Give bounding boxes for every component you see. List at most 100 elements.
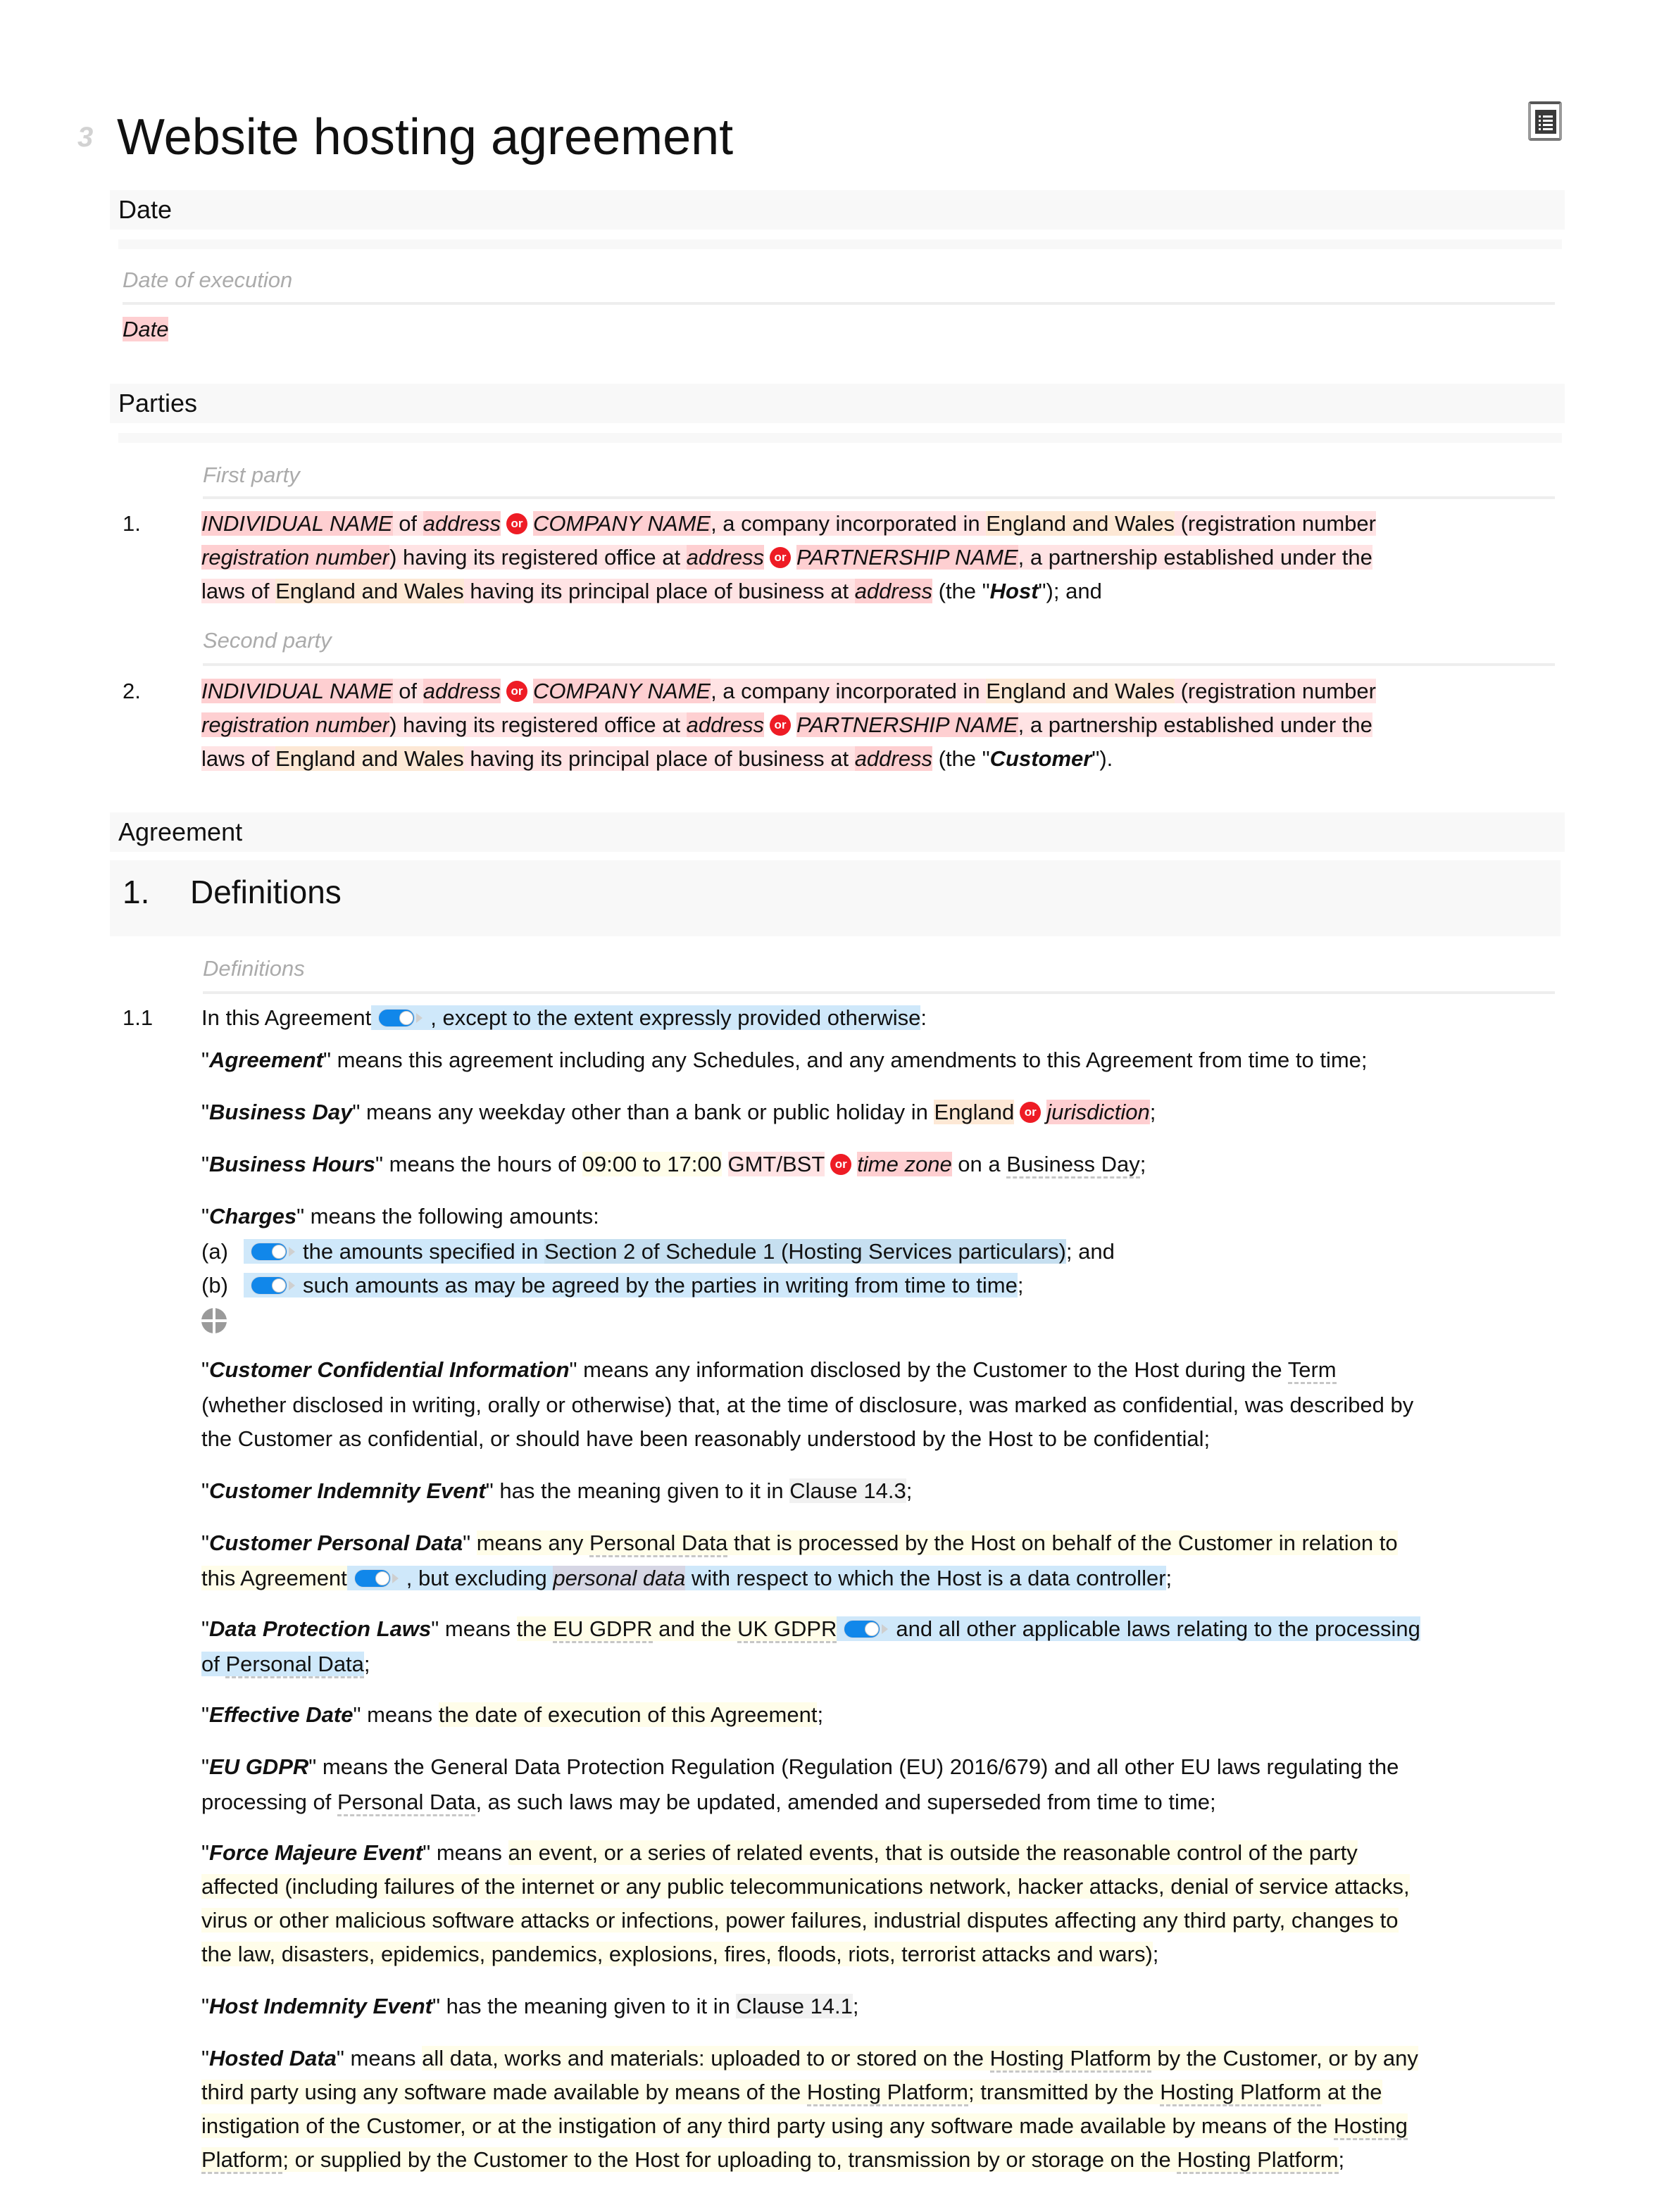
section-heading-agreement: Agreement (110, 812, 1565, 852)
hours-field[interactable]: 09:00 to 17:00 (582, 1152, 722, 1176)
optional-text-toggle[interactable] (378, 1008, 423, 1027)
effective-date-field[interactable]: the date of execution of this Agreement (438, 1702, 818, 1727)
time-zone-field[interactable]: time zone (857, 1152, 952, 1176)
personal-data-variable[interactable]: personal data (553, 1566, 686, 1590)
defined-term-link[interactable]: UK GDPR (737, 1616, 837, 1643)
defined-term-link[interactable]: Term (1287, 1357, 1337, 1384)
definition-hosted-data-line-3: instigation of the Customer, or at the i… (201, 2109, 1408, 2143)
intro-line: In this Agreement, except to the extent … (201, 1005, 927, 1030)
definition-charges: "Charges" means the following amounts: (201, 1204, 599, 1228)
template-badge-icon: 3 (77, 122, 94, 153)
address-field[interactable]: address (686, 712, 764, 737)
definition-text: affected (including failures of the inte… (201, 1874, 1410, 1899)
address-field[interactable]: address (854, 579, 932, 603)
definition-business-day: "Business Day" means any weekday other t… (201, 1100, 1156, 1124)
definition-text: the law, disasters, epidemics, pandemics… (201, 1942, 1153, 1966)
or-toggle-icon[interactable]: or (506, 513, 528, 534)
definition-eu-gdpr-line-2: processing of Personal Data, as such law… (201, 1785, 1216, 1819)
defined-term-link[interactable]: Personal Data (337, 1790, 476, 1816)
party-1-line-1: INDIVIDUAL NAME of address or COMPANY NAME… (201, 511, 1376, 536)
definition-hosted-data: "Hosted Data" means all data, works and … (201, 2042, 1418, 2075)
partnership-name-field[interactable]: PARTNERSHIP NAME (796, 712, 1018, 737)
party-2-line-3: laws of England and Wales having its pri… (201, 746, 1113, 771)
or-toggle-icon[interactable]: or (830, 1153, 852, 1175)
charges-item-b: such amounts as may be agreed by the par… (244, 1269, 1023, 1302)
party-number: 2. (123, 679, 141, 703)
jurisdiction-field[interactable]: England (934, 1100, 1015, 1124)
definition-hie: "Host Indemnity Event" has the meaning g… (201, 1994, 859, 2018)
address-field[interactable]: address (686, 545, 764, 570)
table-of-contents-button[interactable] (1528, 101, 1562, 141)
party-1-line-2: registration number) having its register… (201, 545, 1372, 570)
party-1-line-3: laws of England and Wales having its pri… (201, 579, 1102, 603)
definitions-hint: Definitions (203, 956, 305, 981)
jurisdiction-placeholder-field[interactable]: jurisdiction (1046, 1100, 1150, 1124)
defined-term-link[interactable]: EU GDPR (553, 1616, 653, 1643)
date-hint: Date of execution (123, 268, 293, 292)
jurisdiction-field[interactable]: England and Wales (986, 511, 1175, 536)
company-name-field[interactable]: COMPANY NAME (533, 679, 711, 703)
clause-reference[interactable]: Clause 14.1 (736, 1994, 853, 2018)
individual-name-field[interactable]: INDIVIDUAL NAME (201, 511, 393, 536)
or-toggle-icon[interactable]: or (506, 680, 528, 702)
party-2-line-2: registration number) having its register… (201, 712, 1372, 737)
defined-term-link[interactable]: Personal Data (225, 1652, 364, 1678)
jurisdiction-field[interactable]: England and Wales (275, 579, 464, 603)
subclause-number: 1.1 (123, 1005, 154, 1030)
party-number: 1. (123, 511, 141, 536)
jurisdiction-field[interactable]: England and Wales (275, 746, 464, 771)
definition-agreement: "Agreement" means this agreement includi… (201, 1048, 1368, 1072)
cross-reference-link[interactable]: Section 2 of Schedule 1 (Hosting Service… (544, 1239, 1066, 1264)
registration-number-field[interactable]: registration number (201, 712, 390, 737)
defined-term-link[interactable]: Personal Data (589, 1531, 728, 1557)
address-field[interactable]: address (854, 746, 932, 771)
or-toggle-icon[interactable]: or (769, 546, 791, 568)
defined-term-link[interactable]: Hosting Platform (1160, 2080, 1322, 2106)
defined-term-link[interactable]: Hosting Platform (806, 2080, 968, 2106)
definition-text: virus or other malicious software attack… (201, 1908, 1399, 1933)
section-heading-parties: Parties (110, 384, 1565, 423)
document-title: Website hosting agreement (117, 109, 734, 165)
address-field[interactable]: address (423, 679, 501, 703)
add-item-icon[interactable] (201, 1308, 227, 1333)
optional-text-toggle[interactable] (844, 1619, 889, 1638)
date-field[interactable]: Date (123, 317, 169, 341)
charges-item-a: the amounts specified in Section 2 of Sc… (244, 1235, 1115, 1269)
definition-dpl: "Data Protection Laws" means the EU GDPR… (201, 1612, 1420, 1646)
defined-term-link[interactable]: Hosting Platform (989, 2046, 1151, 2073)
defined-term: Customer (989, 746, 1092, 771)
definition-dpl-line-2: of Personal Data; (201, 1647, 370, 1681)
or-toggle-icon[interactable]: or (1020, 1101, 1042, 1123)
section-divider (118, 433, 1562, 443)
time-zone-option[interactable]: GMT/BST (727, 1152, 825, 1176)
definition-cpd: "Customer Personal Data" means any Perso… (201, 1526, 1398, 1560)
hint-rule (203, 991, 1555, 994)
optional-text-toggle[interactable] (354, 1569, 399, 1588)
defined-term: Host (989, 579, 1039, 603)
or-toggle-icon[interactable]: or (769, 714, 791, 736)
defined-term-link[interactable]: Platform (201, 2147, 283, 2174)
partnership-name-field[interactable]: PARTNERSHIP NAME (796, 545, 1018, 570)
second-party-hint: Second party (203, 628, 332, 653)
table-of-contents-icon (1535, 110, 1556, 134)
list-label: (b) (201, 1273, 228, 1297)
individual-name-field[interactable]: INDIVIDUAL NAME (201, 679, 393, 703)
first-party-hint: First party (203, 463, 300, 487)
hint-rule (203, 663, 1555, 666)
optional-text-toggle[interactable] (251, 1276, 295, 1295)
section-divider (118, 239, 1562, 249)
defined-term-link[interactable]: Hosting Platform (1177, 2147, 1339, 2174)
defined-term-link[interactable]: Hosting (1333, 2113, 1408, 2140)
address-field[interactable]: address (423, 511, 501, 536)
defined-term-link[interactable]: Business Day (1006, 1152, 1140, 1179)
definition-cpd-line-2: this Agreement, but excluding personal d… (201, 1566, 1172, 1590)
list-label: (a) (201, 1239, 228, 1264)
jurisdiction-field[interactable]: England and Wales (986, 679, 1175, 703)
clause-reference[interactable]: Clause 14.3 (789, 1478, 906, 1503)
company-name-field[interactable]: COMPANY NAME (533, 511, 711, 536)
definition-eu-gdpr: "EU GDPR" means the General Data Protect… (201, 1754, 1399, 1779)
optional-text-toggle[interactable] (251, 1242, 295, 1261)
definition-business-hours: "Business Hours" means the hours of 09:0… (201, 1148, 1146, 1181)
section-heading-date: Date (110, 190, 1565, 230)
registration-number-field[interactable]: registration number (201, 545, 390, 570)
